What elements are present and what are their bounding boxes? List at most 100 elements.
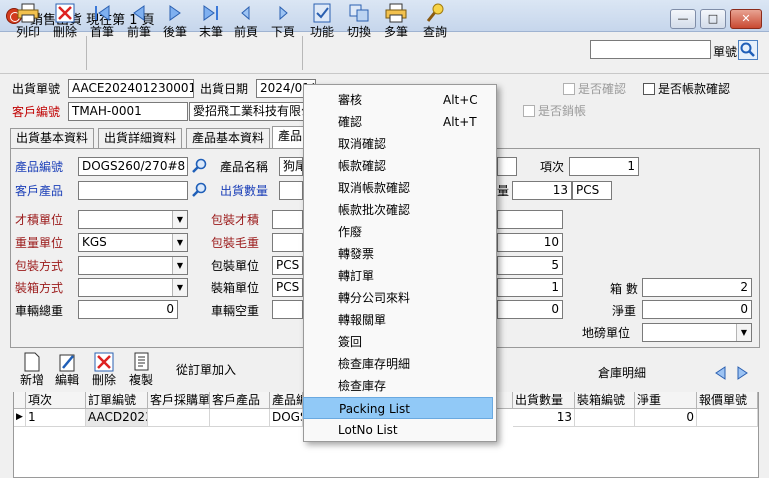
detail-new-button[interactable]: 新增	[17, 352, 47, 392]
search-input[interactable]	[590, 40, 711, 59]
printer-icon	[17, 3, 39, 23]
table-cell[interactable]: 1	[26, 409, 86, 427]
item-field[interactable]: 1	[569, 157, 639, 176]
next-arrow-icon[interactable]	[736, 365, 750, 381]
detail-copy-button[interactable]: 複製	[126, 352, 156, 392]
box-value-field[interactable]: 1	[497, 278, 563, 297]
box-unit-field[interactable]: PCS	[272, 278, 303, 297]
table-cell[interactable]	[210, 409, 270, 427]
weight-unit-select[interactable]: KGS ▼	[78, 233, 188, 252]
menu-item-to-branch-material[interactable]: 轉分公司來料	[303, 287, 493, 309]
prev-arrow-icon[interactable]	[713, 365, 727, 381]
table-cell[interactable]	[148, 409, 210, 427]
delete-button[interactable]: 刪除	[47, 2, 83, 42]
grid-column-header[interactable]: 客戶採購單	[148, 392, 210, 409]
last-record-button[interactable]: 末筆	[193, 2, 229, 42]
grid-column-header[interactable]: 項次	[26, 392, 86, 409]
pack-method-select[interactable]: ▼	[78, 256, 188, 275]
closed-checkbox[interactable]	[523, 105, 535, 117]
menu-item-check-stock[interactable]: 檢查庫存	[303, 375, 493, 397]
row-pointer-icon: ▶	[14, 409, 26, 427]
product-name-field[interactable]: 狗尾	[279, 157, 303, 176]
minimize-button[interactable]: —	[670, 9, 696, 29]
menu-item-void[interactable]: 作廢	[303, 221, 493, 243]
table-cell[interactable]	[575, 409, 635, 427]
table-cell[interactable]	[697, 409, 758, 427]
grid-column-header[interactable]: 裝箱編號	[575, 392, 635, 409]
table-cell[interactable]: DOGS	[270, 409, 303, 427]
menu-item-sign-back[interactable]: 簽回	[303, 331, 493, 353]
menu-item-to-order[interactable]: 轉訂單	[303, 265, 493, 287]
menu-item-to-invoice[interactable]: 轉發票	[303, 243, 493, 265]
query-button[interactable]: 查詢	[417, 2, 453, 42]
prev-record-button[interactable]: 前筆	[121, 2, 157, 42]
pack-volume-field-tail	[497, 210, 563, 229]
grid-column-header[interactable]: 淨重	[635, 392, 697, 409]
menu-item-audit[interactable]: 審核 Alt+C	[303, 89, 493, 111]
tab-product-basic[interactable]: 產品基本資料	[186, 128, 271, 148]
scale-unit-label: 地磅單位	[582, 326, 631, 340]
detail-edit-button[interactable]: 編輯	[52, 352, 82, 392]
search-button[interactable]	[738, 40, 758, 60]
next-page-button[interactable]: 下頁	[265, 2, 301, 42]
customer-no-field[interactable]: TMAH-0001	[68, 102, 188, 121]
shipment-no-field[interactable]: AACE202401230001	[68, 79, 194, 98]
prev-page-button[interactable]: 前頁	[228, 2, 264, 42]
customer-product-field[interactable]	[78, 181, 188, 200]
multi-record-button[interactable]: 多筆	[378, 2, 414, 42]
table-cell[interactable]: 0	[635, 409, 697, 427]
scale-unit-select[interactable]: ▼	[642, 323, 752, 342]
ship-qty-field[interactable]: 13	[512, 181, 572, 200]
menu-item-check-stock-detail[interactable]: 檢查庫存明細	[303, 353, 493, 375]
ship-unit-field[interactable]: PCS	[572, 181, 612, 200]
function-button[interactable]: 功能	[304, 2, 340, 42]
switch-button[interactable]: 切換	[341, 2, 377, 42]
maximize-button[interactable]: □	[700, 9, 726, 29]
first-record-button[interactable]: 首筆	[84, 2, 120, 42]
customer-product-lookup-icon[interactable]	[191, 181, 209, 199]
account-confirmed-checkbox[interactable]	[643, 83, 655, 95]
volume-unit-select[interactable]: ▼	[78, 210, 188, 229]
box-method-select[interactable]: ▼	[78, 278, 188, 297]
pack-value-field[interactable]: 5	[497, 256, 563, 275]
pack-unit-field[interactable]: PCS	[272, 256, 303, 275]
confirmed-checkbox[interactable]	[563, 83, 575, 95]
delete-icon	[55, 3, 75, 23]
grid-column-header[interactable]: 客戶產品	[210, 392, 270, 409]
grid-column-header[interactable]: 出貨數量	[513, 392, 575, 409]
menu-item-lotno-list[interactable]: LotNo List	[303, 419, 493, 441]
menu-item-cancel-confirm[interactable]: 取消確認	[303, 133, 493, 155]
table-cell[interactable]: AACD20231	[86, 409, 148, 427]
next-page-icon	[279, 5, 288, 21]
grid-column-header[interactable]: 訂單編號	[86, 392, 148, 409]
vehicle-gross-field[interactable]: 0	[78, 300, 178, 319]
vehicle-empty-field[interactable]: 0	[497, 300, 563, 319]
from-order-link[interactable]: 從訂單加入	[176, 361, 236, 379]
product-no-field[interactable]: DOGS260/270#8	[78, 157, 188, 176]
tab-shipment-detail[interactable]: 出貨詳細資料	[98, 128, 183, 148]
box-count-field[interactable]: 2	[642, 278, 752, 297]
next-record-button[interactable]: 後筆	[157, 2, 193, 42]
table-cell[interactable]: 13	[513, 409, 575, 427]
print-button[interactable]: 列印	[10, 2, 46, 42]
grid-column-header[interactable]: 產品編	[270, 392, 303, 409]
close-button[interactable]: ✕	[730, 9, 762, 29]
closed-label: 是否銷帳	[538, 104, 587, 118]
pack-volume-field[interactable]	[272, 210, 303, 229]
tab-shipment-basic[interactable]: 出貨基本資料	[10, 128, 95, 148]
menu-item-account-confirm[interactable]: 帳款確認	[303, 155, 493, 177]
menu-item-confirm[interactable]: 確認 Alt+T	[303, 111, 493, 133]
prev-record-icon	[133, 5, 145, 21]
product-lookup-icon[interactable]	[191, 157, 209, 175]
menu-item-to-customs[interactable]: 轉報關單	[303, 309, 493, 331]
net-weight-field[interactable]: 0	[642, 300, 752, 319]
volume-unit-label: 才積單位	[15, 213, 64, 227]
pack-gross-field[interactable]: 10	[497, 233, 563, 252]
detail-delete-button[interactable]: 刪除	[89, 352, 119, 392]
net-weight-label: 淨重	[612, 304, 637, 318]
search-label: 單號	[713, 45, 738, 59]
grid-column-header[interactable]: 報價單號	[697, 392, 758, 409]
menu-item-packing-list[interactable]: Packing List	[303, 397, 493, 419]
menu-item-cancel-account-confirm[interactable]: 取消帳款確認	[303, 177, 493, 199]
menu-item-batch-account-confirm[interactable]: 帳款批次確認	[303, 199, 493, 221]
